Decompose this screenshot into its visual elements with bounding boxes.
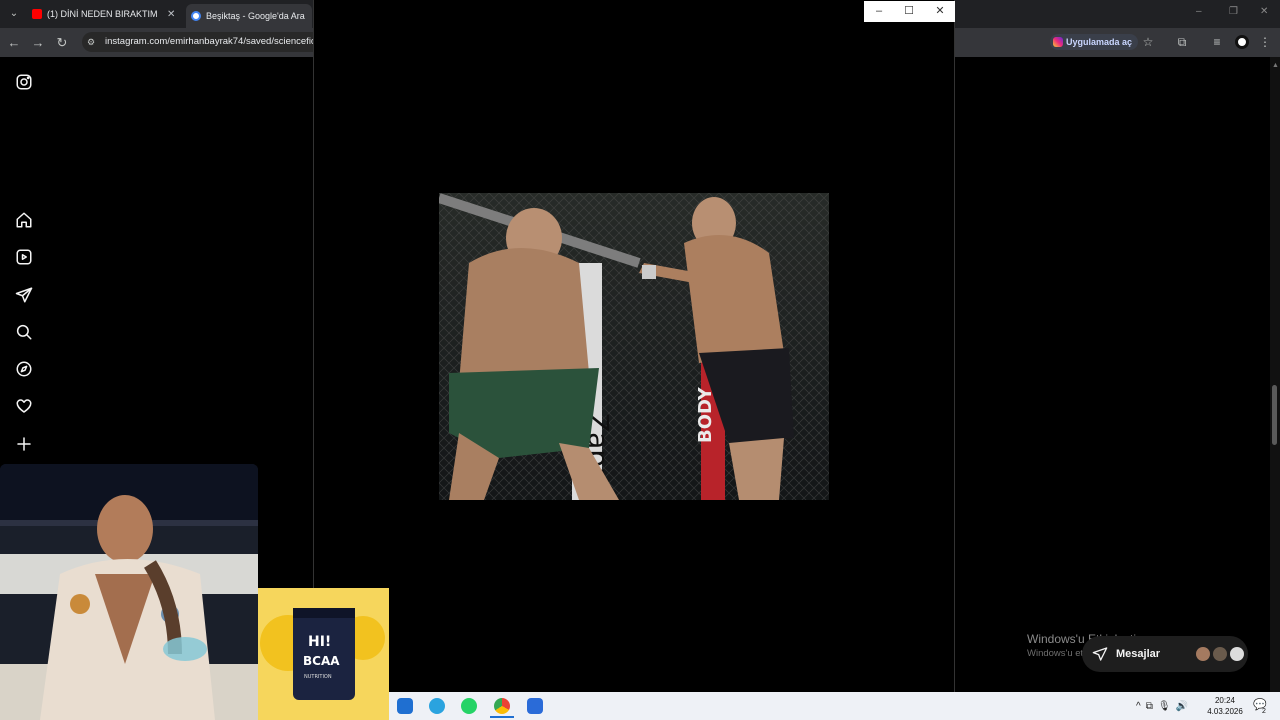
tab-google-search[interactable]: Beşiktaş - Google'da Ara: [186, 4, 312, 28]
clock-time: 20:24: [1214, 696, 1236, 705]
system-tray: ^ ⧉ 🎙 🔊: [1136, 697, 1188, 715]
bookmark-star-icon[interactable]: ☆: [1141, 35, 1155, 49]
media-controls-icon[interactable]: ≡: [1210, 35, 1224, 49]
tray-overflow-icon[interactable]: ^: [1136, 701, 1141, 712]
close-icon[interactable]: ✕: [167, 9, 175, 20]
telegram-icon[interactable]: [429, 698, 445, 714]
webcam-overlay: [0, 464, 258, 720]
browser-close-button[interactable]: ✕: [1260, 6, 1268, 17]
active-app-indicator: [490, 716, 514, 718]
popup-minimize-button[interactable]: –: [864, 1, 894, 22]
popup-close-button[interactable]: ✕: [925, 1, 955, 22]
clock[interactable]: 20:24 4.03.2026: [1200, 695, 1250, 717]
browser-minimize-button[interactable]: –: [1196, 6, 1202, 17]
volume-icon[interactable]: 🔊: [1176, 701, 1188, 712]
instagram-icon: [1053, 37, 1063, 47]
page-background: [955, 57, 1280, 692]
scrollbar-thumb[interactable]: [1272, 385, 1277, 445]
clock-date: 4.03.2026: [1207, 707, 1243, 716]
reload-button[interactable]: ↻: [54, 35, 70, 51]
microphone-icon[interactable]: 🎙: [1158, 701, 1171, 712]
youtube-icon: [32, 9, 42, 19]
media-player-icon[interactable]: [527, 698, 543, 714]
forward-button[interactable]: →: [30, 35, 46, 51]
tab-label: Beşiktaş - Google'da Ara: [206, 11, 305, 21]
notifications-count: 2: [1262, 708, 1266, 715]
whatsapp-icon[interactable]: [461, 698, 477, 714]
heart-icon[interactable]: [15, 397, 33, 415]
profile-avatar[interactable]: [1235, 35, 1249, 49]
product-ad[interactable]: HI! BCAA NUTRITION: [258, 588, 389, 720]
browser-maximize-button[interactable]: ❐: [1229, 6, 1238, 17]
messages-label: Mesajlar: [1116, 648, 1161, 660]
url-text[interactable]: instagram.com/emirhanbayrak74/saved/scie…: [105, 36, 318, 47]
site-info-icon[interactable]: ⚙: [87, 37, 97, 47]
home-icon[interactable]: [15, 211, 33, 229]
avatar: [1196, 647, 1211, 661]
instagram-logo-icon[interactable]: [15, 73, 33, 91]
search-icon[interactable]: [15, 323, 33, 341]
menu-kebab-icon[interactable]: ⋮: [1258, 35, 1272, 49]
network-icon[interactable]: ⧉: [1146, 701, 1153, 712]
avatar: [1213, 647, 1228, 661]
create-plus-icon[interactable]: [15, 435, 33, 453]
extensions-icon[interactable]: ⧉: [1175, 35, 1189, 49]
ad-product: BCAA: [303, 654, 340, 668]
tab-youtube[interactable]: (1) DİNİ NEDEN BIRAKTIM PAR… ✕: [32, 4, 180, 24]
open-in-app-label: Uygulamada aç: [1066, 37, 1133, 47]
messages-pill[interactable]: Mesajlar: [1082, 636, 1248, 672]
popup-window-controls: – ☐ ✕: [864, 1, 955, 22]
google-icon: [191, 11, 201, 21]
messages-icon: [1092, 647, 1108, 661]
tab-search-button[interactable]: ⌄: [6, 6, 22, 22]
back-button[interactable]: ←: [6, 35, 22, 51]
chrome-icon[interactable]: [494, 698, 510, 714]
scrollbar[interactable]: [1270, 57, 1280, 692]
messages-icon[interactable]: [15, 286, 33, 304]
avatar: [1230, 647, 1245, 661]
popup-maximize-button[interactable]: ☐: [894, 1, 924, 22]
tab-label: (1) DİNİ NEDEN BIRAKTIM PAR…: [47, 9, 159, 19]
reels-icon[interactable]: [15, 248, 33, 266]
video-frame[interactable]: Zapp BODY: [439, 193, 829, 500]
ad-brand: HI!: [308, 634, 331, 650]
scroll-up-arrow-icon[interactable]: ▲: [1272, 62, 1279, 69]
trello-icon[interactable]: [397, 698, 413, 714]
explore-icon[interactable]: [15, 360, 33, 378]
open-in-app-button[interactable]: Uygulamada aç: [1050, 34, 1139, 50]
ad-sub: NUTRITION: [304, 674, 332, 680]
